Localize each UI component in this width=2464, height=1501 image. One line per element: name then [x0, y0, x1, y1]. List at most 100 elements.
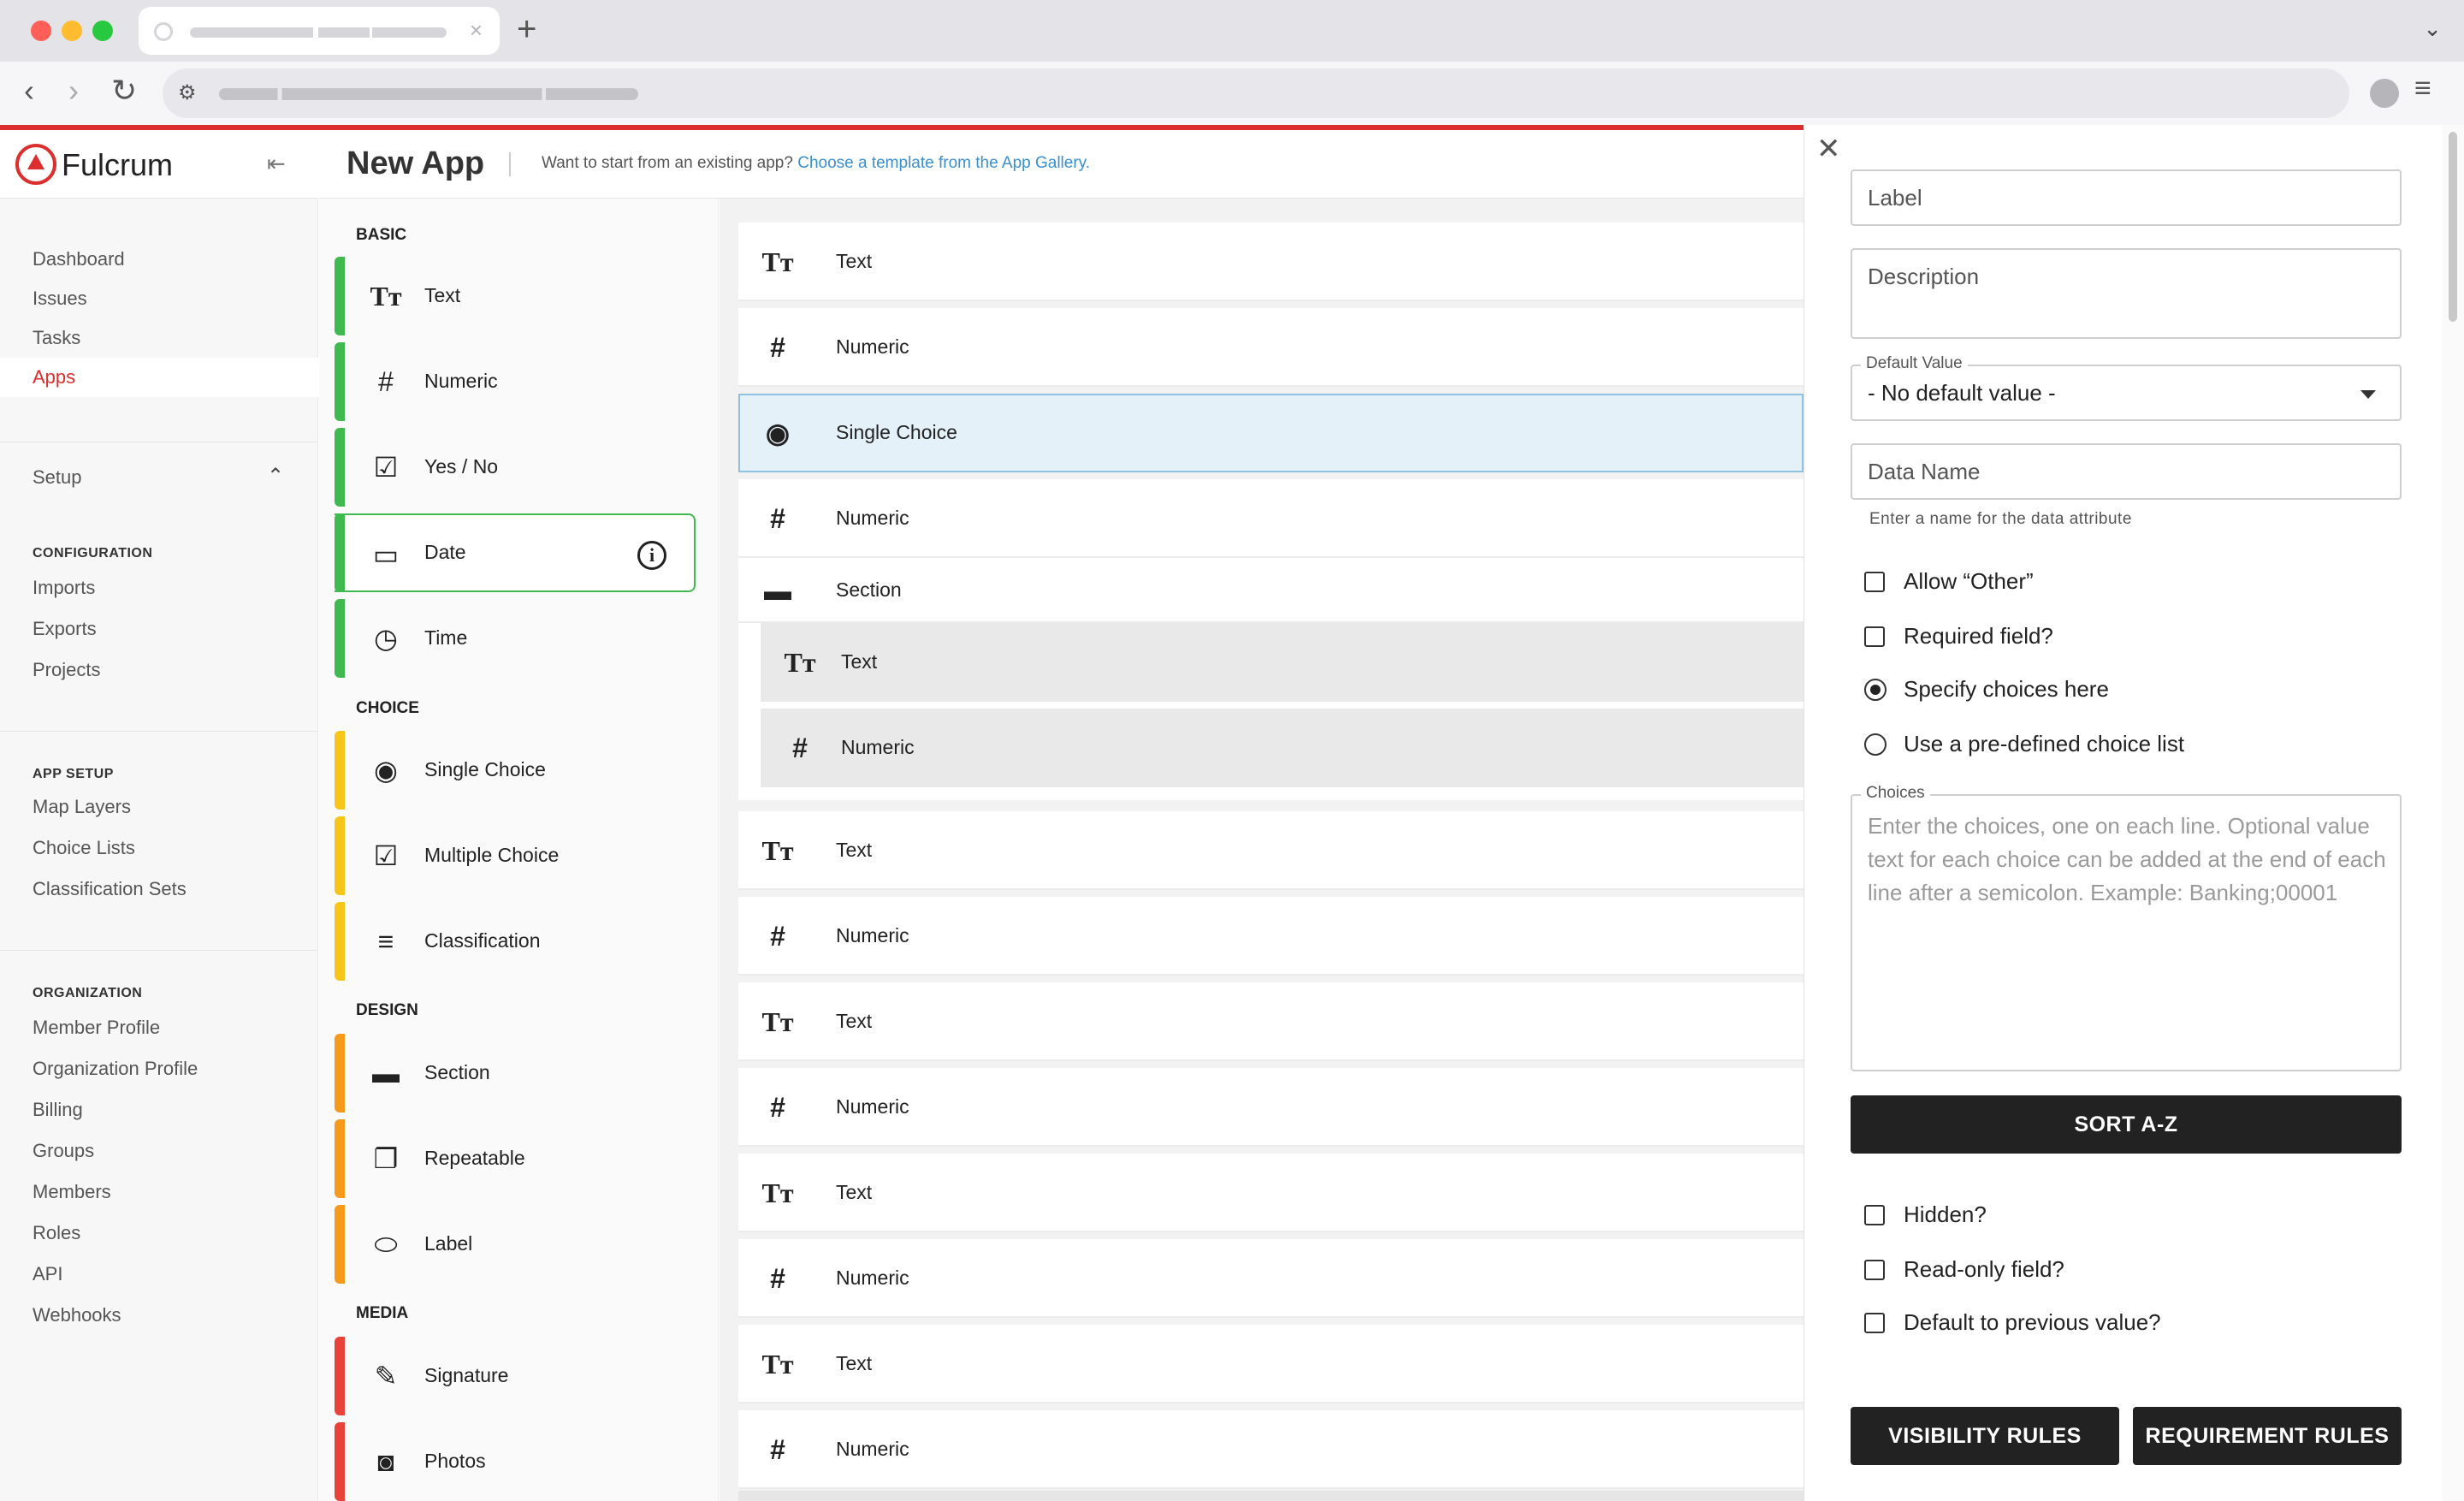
requirement-rules-button[interactable]: REQUIREMENT RULES [2133, 1407, 2402, 1465]
sidebar-item-roles[interactable]: Roles [0, 1213, 318, 1253]
form-section-row[interactable]: ▬ Section [738, 558, 1804, 623]
palette-item-label: Text [424, 284, 461, 306]
info-icon[interactable]: i [637, 541, 666, 570]
collapse-sidebar-icon[interactable]: ⇤ [267, 151, 286, 177]
category-bar [335, 257, 345, 335]
sidebar-item-billing[interactable]: Billing [0, 1090, 318, 1130]
window-close-button[interactable] [31, 21, 51, 41]
sort-az-button[interactable]: SORT A-Z [1851, 1095, 2402, 1154]
form-field-row[interactable]: Tт Text [738, 1325, 1804, 1403]
form-field-row[interactable]: Tт Text [738, 222, 1804, 301]
palette-item-label: Numeric [424, 370, 498, 392]
scrollbar-thumb[interactable] [2449, 132, 2457, 322]
palette-item-label-field[interactable]: ⬭ Label [335, 1205, 696, 1284]
data-name-input[interactable]: Data Name [1851, 443, 2402, 500]
form-field-row[interactable]: Tт Text [738, 982, 1804, 1061]
palette-item-multiple-choice[interactable]: ☑ Multiple Choice [335, 816, 696, 895]
predefined-list-radio[interactable] [1864, 733, 1886, 756]
sidebar-item-webhooks[interactable]: Webhooks [0, 1296, 318, 1335]
sidebar-item-tasks[interactable]: Tasks [0, 318, 318, 358]
visibility-rules-button[interactable]: VISIBILITY RULES [1851, 1407, 2119, 1465]
palette-item-classification[interactable]: ≡ Classification [335, 902, 696, 981]
sidebar-item-members[interactable]: Members [0, 1172, 318, 1212]
tab-close-icon[interactable]: × [470, 17, 483, 43]
choices-textarea[interactable]: Choices Enter the choices, one on each l… [1851, 784, 2402, 1071]
app-gallery-link[interactable]: Choose a template from the App Gallery. [797, 154, 1090, 172]
form-field-row[interactable]: # Numeric [738, 479, 1804, 558]
scrollbar[interactable] [2442, 125, 2464, 1501]
palette-item-signature[interactable]: ✎ Signature [335, 1337, 696, 1415]
predefined-list-label: Use a pre-defined choice list [1904, 731, 2185, 756]
nested-field-row[interactable]: # Numeric [761, 709, 1804, 787]
sidebar-item-classification-sets[interactable]: Classification Sets [0, 869, 318, 909]
sidebar: Fulcrum ⇤ Dashboard Issues Tasks Apps Se… [0, 130, 318, 1501]
sidebar-item-groups[interactable]: Groups [0, 1131, 318, 1171]
hidden-checkbox[interactable] [1864, 1205, 1885, 1225]
palette-item-numeric[interactable]: # Numeric [335, 342, 696, 421]
field-label: Text [836, 839, 873, 861]
forward-button[interactable]: › [68, 74, 79, 108]
camera-icon: ◙ [377, 1446, 394, 1477]
required-checkbox[interactable] [1864, 626, 1885, 647]
form-field-row[interactable]: # Numeric [738, 1068, 1804, 1147]
browser-menu-icon[interactable]: ≡ [2414, 72, 2431, 105]
gallery-hint-text: Want to start from an existing app? [542, 154, 793, 172]
form-field-row[interactable]: Tт Text [738, 1154, 1804, 1232]
palette-item-text[interactable]: Tт Text [335, 257, 696, 335]
profile-avatar[interactable] [2370, 79, 2399, 108]
sidebar-item-imports[interactable]: Imports [0, 568, 318, 608]
form-field-row[interactable]: # Numeric [738, 308, 1804, 387]
form-field-row[interactable]: # Numeric [738, 897, 1804, 976]
read-only-checkbox[interactable] [1864, 1260, 1885, 1280]
default-value-current: - No default value - [1868, 380, 2056, 406]
sidebar-item-exports[interactable]: Exports [0, 609, 318, 649]
palette-item-repeatable[interactable]: ❐ Repeatable [335, 1119, 696, 1198]
reload-button[interactable]: ↻ [111, 74, 137, 108]
browser-tab[interactable]: × [139, 7, 500, 55]
sidebar-item-organization-profile[interactable]: Organization Profile [0, 1049, 318, 1089]
site-settings-icon[interactable]: ⚙ [178, 80, 197, 105]
palette-item-yes-no[interactable]: ☑ Yes / No [335, 428, 696, 507]
sidebar-item-projects[interactable]: Projects [0, 650, 318, 690]
form-field-row-selected[interactable]: ◉ Single Choice [738, 394, 1804, 472]
allow-other-checkbox[interactable] [1864, 572, 1885, 592]
specify-choices-radio[interactable] [1864, 679, 1886, 701]
sidebar-item-map-layers[interactable]: Map Layers [0, 787, 318, 827]
palette-item-section[interactable]: ▬ Section [335, 1034, 696, 1112]
new-tab-button[interactable]: + [517, 12, 536, 46]
window-zoom-button[interactable] [92, 21, 113, 41]
gallery-hint: Want to start from an existing app? Choo… [542, 154, 1090, 173]
palette-item-photos[interactable]: ◙ Photos [335, 1422, 696, 1501]
back-button[interactable]: ‹ [24, 74, 34, 108]
form-field-row[interactable]: # Numeric [738, 1410, 1804, 1489]
sidebar-item-dashboard[interactable]: Dashboard [0, 240, 318, 279]
sidebar-item-choice-lists[interactable]: Choice Lists [0, 828, 318, 868]
nested-field-row[interactable]: Tт Text [761, 623, 1804, 702]
sidebar-item-member-profile[interactable]: Member Profile [0, 1008, 318, 1047]
form-field-row[interactable]: # Numeric [738, 1239, 1804, 1318]
palette-item-time[interactable]: ◷ Time [335, 599, 696, 678]
default-previous-checkbox[interactable] [1864, 1313, 1885, 1333]
tab-list-chevron-icon[interactable]: ⌄ [2423, 15, 2442, 42]
category-bar [335, 902, 345, 981]
default-value-select[interactable]: Default Value - No default value - [1851, 354, 2402, 421]
sidebar-item-api[interactable]: API [0, 1255, 318, 1294]
label-input[interactable]: Label [1851, 169, 2402, 226]
form-field-row[interactable]: Tт Text [738, 811, 1804, 890]
category-bar [335, 1422, 345, 1501]
description-input[interactable]: Description [1851, 248, 2402, 339]
palette-item-single-choice[interactable]: ◉ Single Choice [335, 731, 696, 810]
sidebar-item-apps[interactable]: Apps [0, 358, 318, 397]
field-label: Numeric [836, 924, 909, 946]
close-icon[interactable]: ✕ [1816, 132, 1841, 166]
palette-item-label: Photos [424, 1450, 486, 1472]
palette-item-date[interactable]: ▭ Date i [335, 513, 696, 592]
text-type-icon: Tт [784, 647, 816, 678]
address-bar[interactable]: ⚙ [163, 68, 2349, 118]
default-previous-label: Default to previous value? [1904, 1309, 2161, 1335]
allow-other-label: Allow “Other” [1904, 568, 2034, 594]
chevron-up-icon[interactable]: ⌃ [267, 464, 284, 489]
window-minimize-button[interactable] [62, 21, 82, 41]
browser-tab-bar: × + ⌄ [0, 0, 2464, 62]
sidebar-item-issues[interactable]: Issues [0, 279, 318, 318]
